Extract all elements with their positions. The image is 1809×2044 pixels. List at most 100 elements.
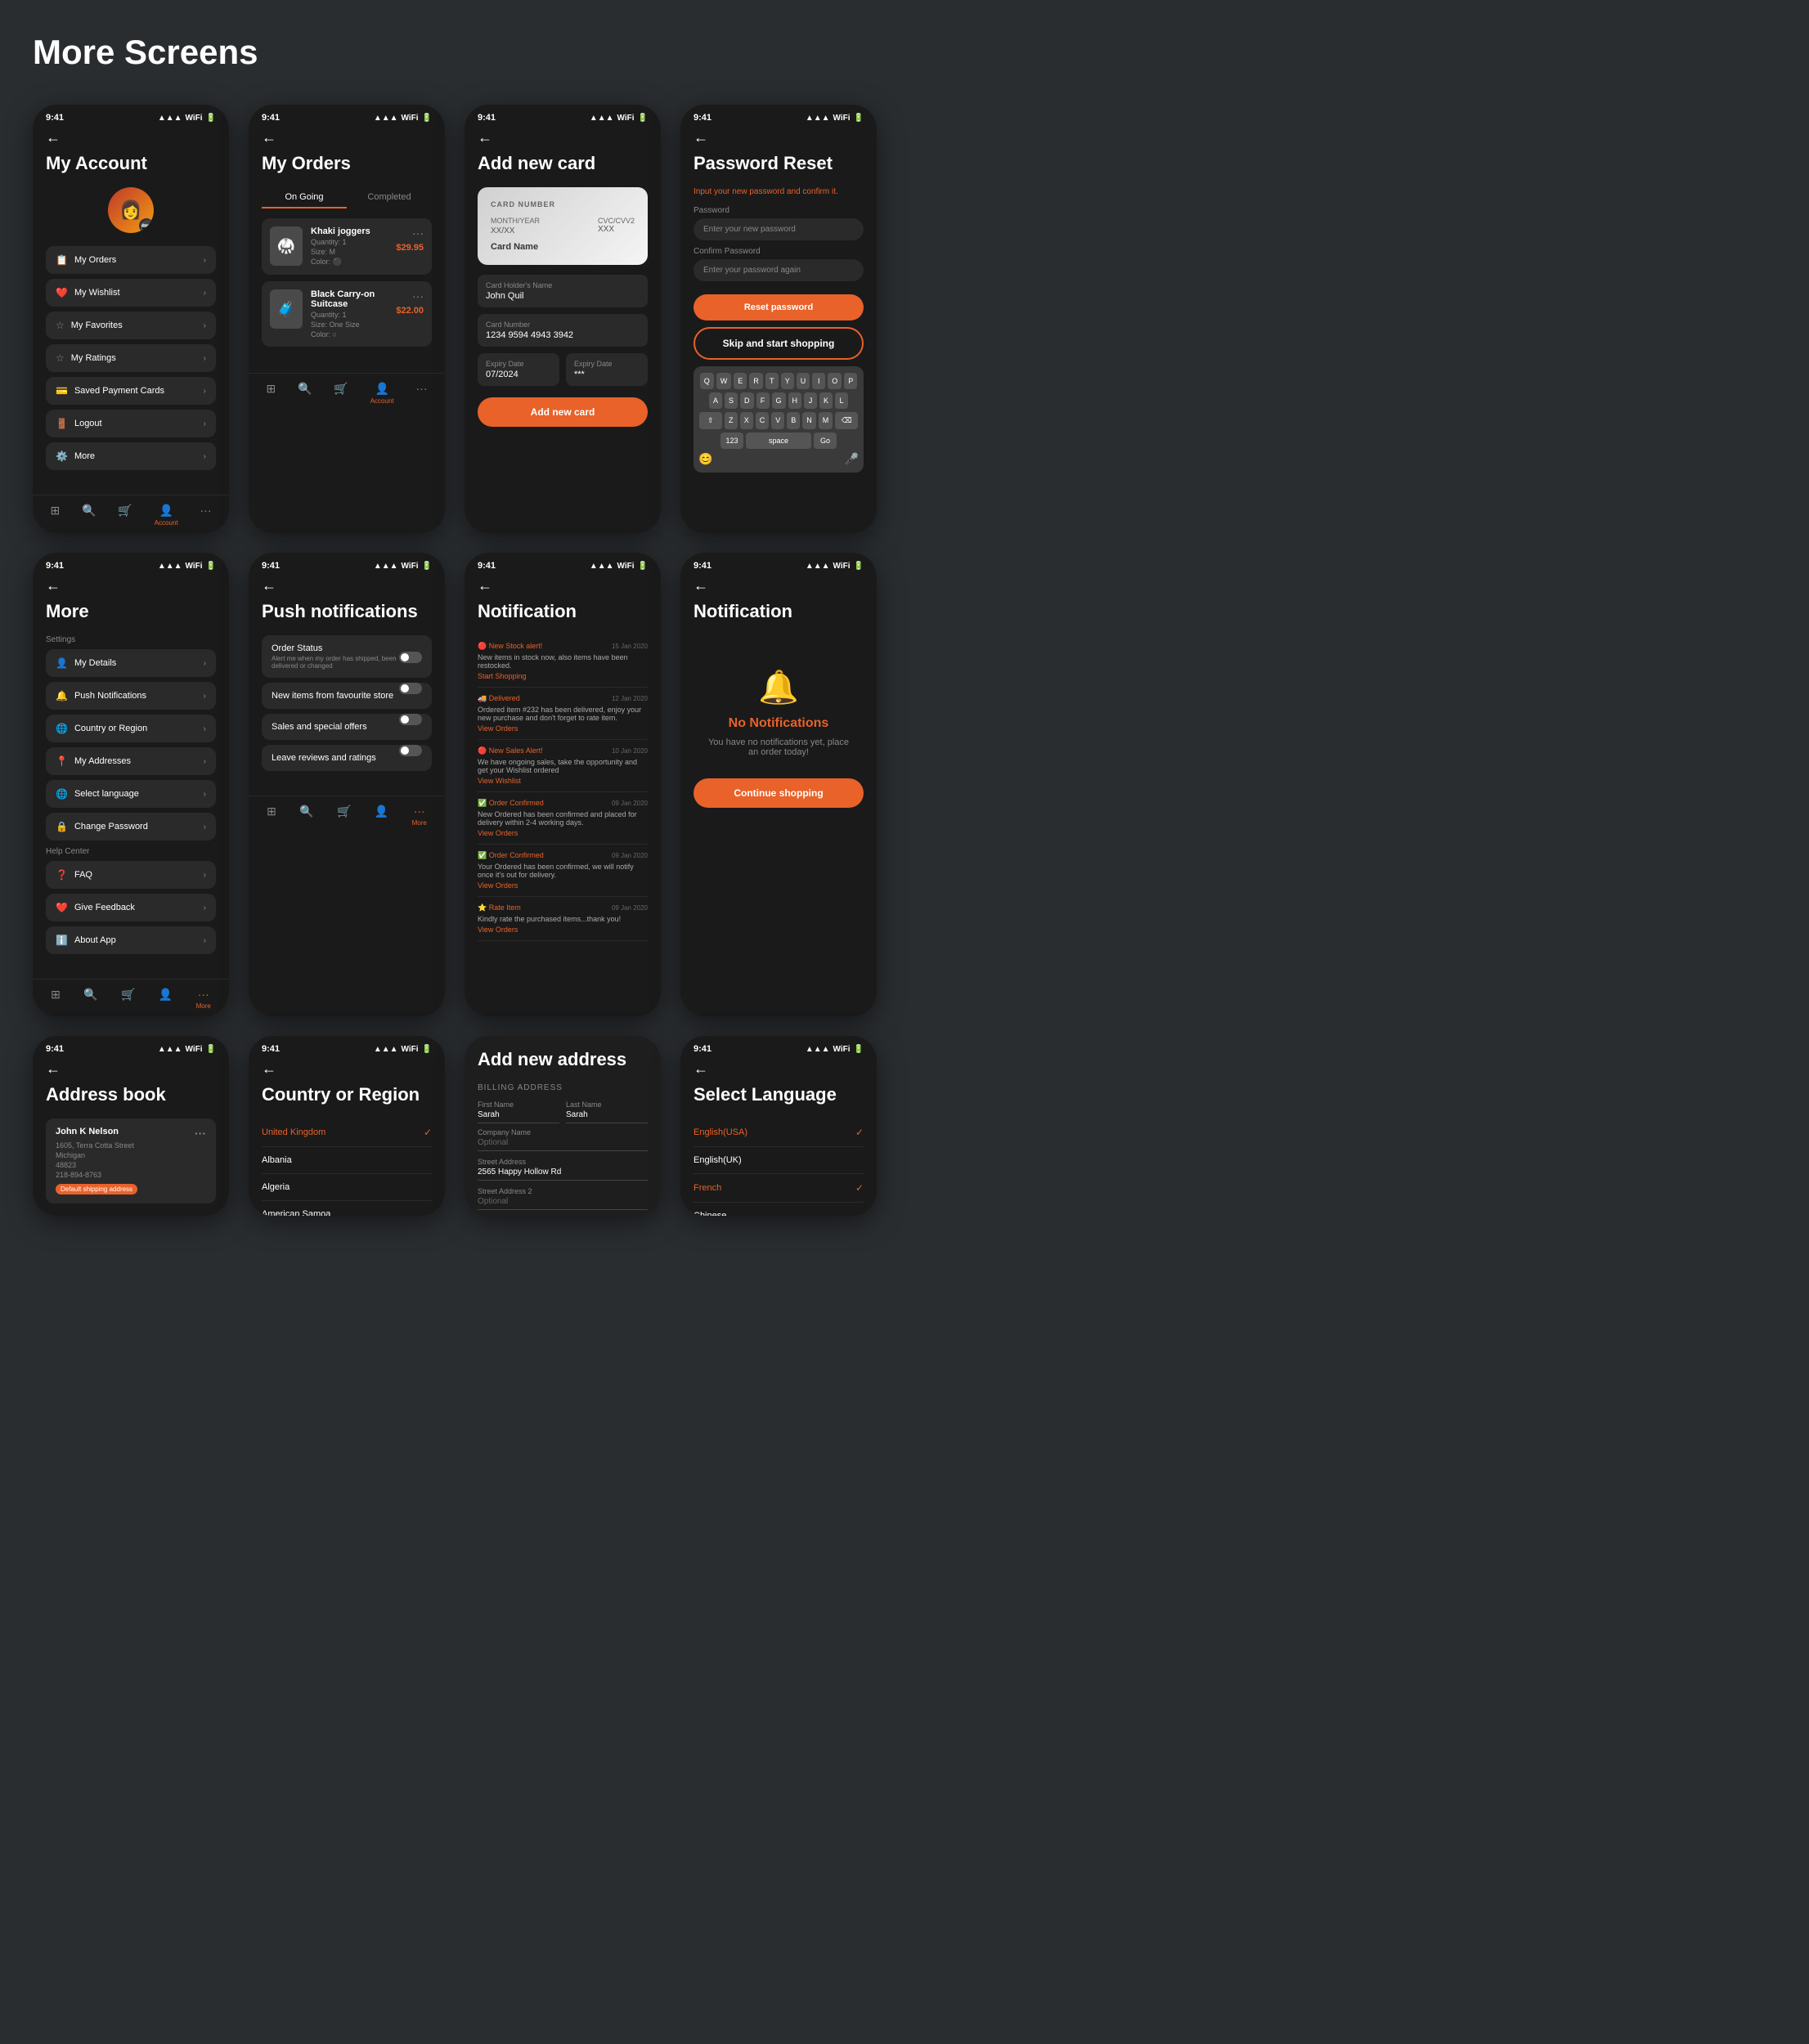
push-back[interactable]: ←: [249, 574, 445, 601]
menu-my-orders[interactable]: 📋My Orders ›: [46, 246, 216, 274]
kb-mic[interactable]: 🎤: [845, 452, 859, 466]
address-dots-1[interactable]: ···: [195, 1127, 206, 1140]
more-my-addresses[interactable]: 📍My Addresses ›: [46, 747, 216, 775]
country-uk[interactable]: United Kingdom ✓: [262, 1118, 432, 1147]
menu-saved-cards[interactable]: 💳Saved Payment Cards ›: [46, 377, 216, 405]
first-name-field[interactable]: First Name Sarah: [478, 1100, 559, 1123]
nav-account[interactable]: 👤Account: [155, 504, 178, 527]
kb-q[interactable]: Q: [700, 373, 714, 389]
kb-f[interactable]: F: [756, 392, 770, 409]
card-back[interactable]: ←: [465, 126, 661, 153]
kb-a[interactable]: A: [709, 392, 722, 409]
more-change-password[interactable]: 🔒Change Password ›: [46, 813, 216, 840]
nav-cart-2[interactable]: 🛒: [334, 382, 348, 405]
nav-search-4[interactable]: 🔍: [299, 805, 313, 827]
tab-completed[interactable]: Completed: [347, 187, 432, 208]
kb-go[interactable]: Go: [814, 433, 837, 449]
notif-link-2[interactable]: View Orders: [478, 724, 648, 733]
kb-r[interactable]: R: [749, 373, 763, 389]
menu-logout[interactable]: 🚪Logout ›: [46, 410, 216, 437]
nav-search[interactable]: 🔍: [82, 504, 96, 527]
menu-my-wishlist[interactable]: ❤️My Wishlist ›: [46, 279, 216, 307]
lang-french[interactable]: French ✓: [694, 1174, 864, 1203]
no-notif-back[interactable]: ←: [680, 574, 877, 601]
nav-home[interactable]: ⊞: [50, 504, 60, 527]
notif-link-1[interactable]: Start Shopping: [478, 672, 648, 680]
order-dots-2[interactable]: ···: [412, 289, 424, 303]
tab-ongoing[interactable]: On Going: [262, 187, 347, 208]
kb-d[interactable]: D: [740, 392, 754, 409]
country-american-samoa[interactable]: American Samoa: [262, 1201, 432, 1216]
menu-more[interactable]: ⚙️More ›: [46, 442, 216, 470]
kb-t[interactable]: T: [765, 373, 779, 389]
nav-account-3[interactable]: 👤: [159, 988, 173, 1010]
lang-english-uk[interactable]: English(UK): [694, 1147, 864, 1174]
kb-e[interactable]: E: [734, 373, 747, 389]
account-avatar[interactable]: 👩 📷: [46, 187, 216, 233]
kb-g[interactable]: G: [772, 392, 786, 409]
notif-back[interactable]: ←: [465, 574, 661, 601]
nav-more[interactable]: ···: [200, 504, 212, 527]
pw-input-2[interactable]: Enter your password again: [694, 259, 864, 281]
nav-search-2[interactable]: 🔍: [298, 382, 312, 405]
lang-english-usa[interactable]: English(USA) ✓: [694, 1118, 864, 1147]
kb-z[interactable]: Z: [725, 412, 738, 429]
nav-home-2[interactable]: ⊞: [266, 382, 276, 405]
continue-shopping-button[interactable]: Continue shopping: [694, 778, 864, 808]
back-button[interactable]: ←: [33, 126, 229, 153]
kb-c[interactable]: C: [756, 412, 770, 429]
toggle-3[interactable]: [399, 714, 422, 725]
pw-input-1[interactable]: Enter your new password: [694, 218, 864, 240]
kb-123[interactable]: 123: [720, 433, 743, 449]
kb-space[interactable]: space: [746, 433, 811, 449]
nav-home-4[interactable]: ⊞: [267, 805, 276, 827]
pw-back[interactable]: ←: [680, 126, 877, 153]
kb-h[interactable]: H: [788, 392, 802, 409]
more-back[interactable]: ←: [33, 574, 229, 601]
toggle-4[interactable]: [399, 745, 422, 756]
street-field[interactable]: Street Address 2565 Happy Hollow Rd: [478, 1158, 648, 1181]
kb-u[interactable]: U: [797, 373, 810, 389]
kb-b[interactable]: B: [787, 412, 800, 429]
lang-back[interactable]: ←: [680, 1057, 877, 1084]
more-give-feedback[interactable]: ❤️Give Feedback ›: [46, 894, 216, 921]
kb-o[interactable]: O: [828, 373, 842, 389]
nav-cart[interactable]: 🛒: [118, 504, 132, 527]
more-about-app[interactable]: ℹ️About App ›: [46, 926, 216, 954]
nav-more-3[interactable]: ···More: [196, 988, 211, 1010]
toggle-2[interactable]: [399, 683, 422, 694]
notif-link-4[interactable]: View Orders: [478, 829, 648, 837]
toggle-1[interactable]: [399, 652, 422, 663]
add-card-button[interactable]: Add new card: [478, 397, 648, 427]
expiry-date-field[interactable]: Expiry Date 07/2024: [478, 353, 559, 386]
nav-search-3[interactable]: 🔍: [83, 988, 97, 1010]
lang-chinese[interactable]: Chinese: [694, 1203, 864, 1216]
menu-my-ratings[interactable]: ☆My Ratings ›: [46, 344, 216, 372]
menu-my-favorites[interactable]: ☆My Favorites ›: [46, 312, 216, 339]
orders-back[interactable]: ←: [249, 126, 445, 153]
nav-account-2[interactable]: 👤Account: [370, 382, 394, 405]
nav-cart-3[interactable]: 🛒: [121, 988, 135, 1010]
kb-backspace[interactable]: ⌫: [835, 412, 858, 429]
notif-link-5[interactable]: View Orders: [478, 881, 648, 890]
holder-name-field[interactable]: Card Holder's Name John Quil: [478, 275, 648, 307]
last-name-field[interactable]: Last Name Sarah: [566, 1100, 648, 1123]
street2-field[interactable]: Street Address 2 Optional: [478, 1187, 648, 1210]
nav-account-4[interactable]: 👤: [375, 805, 388, 827]
order-dots-1[interactable]: ···: [412, 226, 424, 240]
notif-link-3[interactable]: View Wishlist: [478, 777, 648, 785]
kb-shift[interactable]: ⇧: [699, 412, 722, 429]
more-faq[interactable]: ❓FAQ ›: [46, 861, 216, 889]
kb-x[interactable]: X: [740, 412, 753, 429]
more-select-language[interactable]: 🌐Select language ›: [46, 780, 216, 808]
skip-shopping-button[interactable]: Skip and start shopping: [694, 327, 864, 360]
kb-n[interactable]: N: [802, 412, 816, 429]
company-field[interactable]: Company Name Optional: [478, 1128, 648, 1151]
more-country-region[interactable]: 🌐Country or Region ›: [46, 715, 216, 742]
nav-cart-4[interactable]: 🛒: [337, 805, 351, 827]
kb-k[interactable]: K: [819, 392, 833, 409]
nav-home-3[interactable]: ⊞: [51, 988, 61, 1010]
nav-more-4[interactable]: ···More: [412, 805, 427, 827]
reset-password-button[interactable]: Reset password: [694, 294, 864, 320]
country-algeria[interactable]: Algeria: [262, 1174, 432, 1201]
